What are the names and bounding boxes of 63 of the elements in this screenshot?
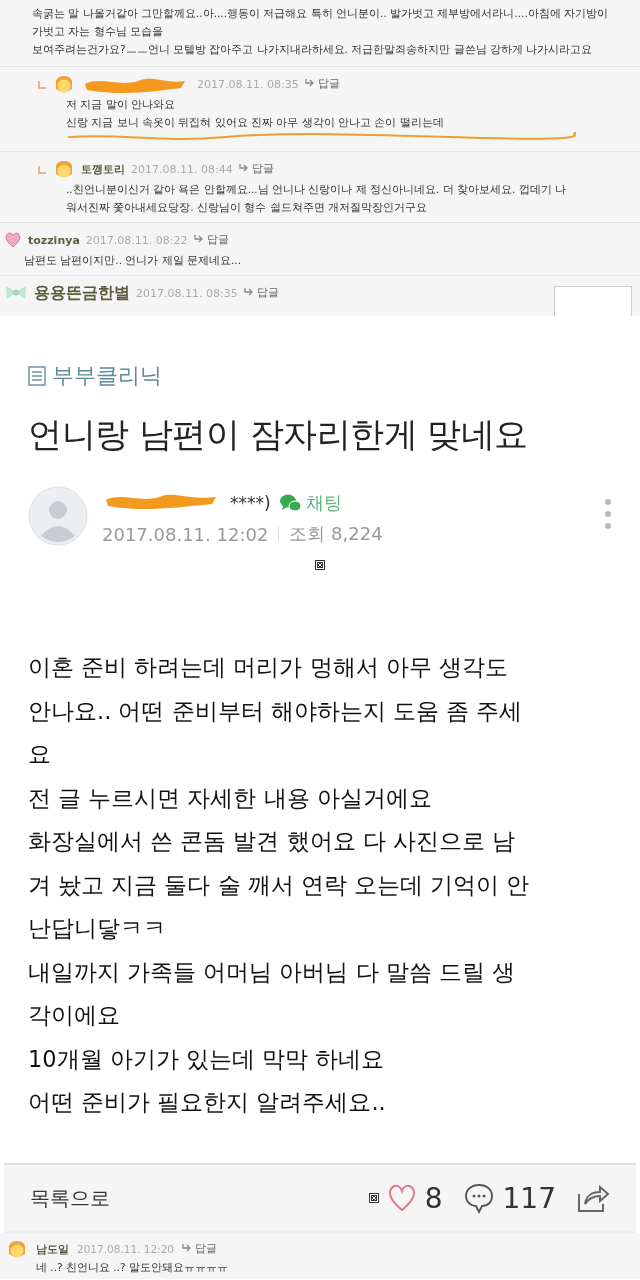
comment-text: 네 ..? 친언니요 ..? 말도안돼요ㅠㅠㅠㅠ bbox=[35, 1260, 229, 1275]
reply-link[interactable]: 답글 bbox=[182, 1242, 218, 1256]
reply-arrow-icon bbox=[238, 162, 249, 172]
comment-count: 117 bbox=[502, 1181, 556, 1215]
post-body-line: 어떤 준비가 필요한지 알려주세요.. bbox=[28, 1088, 387, 1117]
commenter-name[interactable]: 용용뜬금한별 bbox=[34, 282, 130, 304]
reply-indicator-icon bbox=[38, 164, 47, 174]
comment-text: 보여주려는건가요?ㅡㅡ언니 모텔방 잡아주고 나가지내라하세요. 저급한말죄송하지만 글쓴님 강하게 나가시라고요 bbox=[32, 42, 594, 57]
reply-arrow-icon bbox=[304, 77, 315, 87]
post-body-line: 난답니닿ㅋㅋ bbox=[28, 914, 167, 943]
reply-arrow-icon bbox=[182, 1242, 193, 1252]
comment-time: 2017.08.11. 08:35 bbox=[197, 77, 299, 91]
commenter-name[interactable]: 남도일 bbox=[36, 1241, 69, 1257]
post-date: 2017.08.11. 12:02 bbox=[102, 523, 269, 545]
comment-time: 2017.08.11. 08:22 bbox=[85, 233, 188, 247]
broken-image-icon bbox=[315, 560, 325, 570]
post-body-line: 겨 놨고 지금 둘다 술 깨서 연락 오는데 기억이 안 bbox=[28, 870, 531, 900]
comment-text: 가벗고 자는 형수님 모습을 bbox=[32, 24, 164, 39]
post-body-line: 요 bbox=[28, 740, 52, 769]
heart-icon bbox=[386, 1183, 417, 1213]
heart-icon bbox=[4, 230, 22, 250]
category-link[interactable]: 부부클리닉 bbox=[52, 361, 162, 391]
reply-link[interactable]: 답글 bbox=[243, 286, 280, 300]
comment-time: 2017.08.11. 08:35 bbox=[136, 286, 238, 300]
comment-text: 신랑 지금 보니 속옷이 뒤집혀 있어요 진짜 아무 생각이 안나고 손이 떨리는데 bbox=[66, 115, 445, 130]
comment-time: 2017.08.11. 08:44 bbox=[131, 162, 233, 176]
list-icon bbox=[28, 366, 46, 386]
comment-text: ..친언니분이신거 같아 욕은 안할께요...님 언니나 신랑이나 제 정신아니네요. 더 찾아보세요. 껍데기 나 bbox=[66, 182, 568, 197]
share-icon bbox=[576, 1182, 610, 1214]
reply-arrow-icon bbox=[193, 233, 204, 243]
avatar-icon bbox=[28, 486, 88, 546]
comment-text: 워서진짜 쫓아내세요당장. 신랑님이 형수 쉴드쳐주면 개저질막장인거구요 bbox=[66, 200, 429, 215]
post-body-line: 각이에요 bbox=[28, 1001, 121, 1030]
post-body-line: 내일까지 가족들 어머님 아버님 다 말씀 드릴 생 bbox=[28, 957, 517, 987]
post-body-line: 화장실에서 쓴 콘돔 발견 했어요 다 사진으로 남 bbox=[28, 827, 517, 856]
comment-text: 남편도 남편이지만.. 언니가 제일 문제네요... bbox=[24, 253, 243, 268]
post-title: 언니랑 남편이 잠자리한게 맞네요 bbox=[28, 413, 529, 456]
post-body-line: 전 글 누르시면 자세한 내용 아실거에요 bbox=[28, 783, 433, 813]
chat-icon bbox=[278, 493, 302, 513]
view-count: 조회 8,224 bbox=[289, 522, 383, 546]
reply-arrow-icon bbox=[243, 286, 254, 296]
more-options-icon bbox=[604, 498, 612, 530]
commenter-name[interactable]: tozzinya bbox=[28, 233, 80, 247]
post-body-line: 안나요.. 어떤 준비부터 해야하는지 도움 좀 주세 bbox=[28, 696, 524, 726]
comment-text: 속굵는 말 나올거같아 그만할께요..아....행동이 저급해요 특히 언니분이.. 발가벗고 제부방에서라니....아침에 자기방이 bbox=[32, 6, 610, 21]
avatar-icon bbox=[53, 73, 75, 95]
comment-text: 저 지금 말이 안나와요 bbox=[66, 97, 176, 112]
like-count: 8 bbox=[424, 1181, 443, 1215]
broken-image-icon bbox=[368, 1193, 379, 1203]
reply-link[interactable]: 답글 bbox=[238, 162, 275, 176]
reply-indicator-icon bbox=[38, 79, 47, 89]
comment-icon bbox=[462, 1182, 495, 1214]
reply-link[interactable]: 답글 bbox=[304, 77, 341, 91]
comment-time: 2017.08.11. 12:20 bbox=[77, 1243, 175, 1255]
avatar-icon bbox=[53, 158, 75, 180]
avatar-icon bbox=[6, 1238, 28, 1260]
image-thumbnail[interactable] bbox=[554, 286, 632, 316]
reply-link[interactable]: 답글 bbox=[193, 233, 229, 247]
post-body-line: 10개월 아기가 있는데 막막 하네요 bbox=[28, 1044, 386, 1074]
author-name[interactable]: ****) bbox=[230, 493, 271, 513]
post-body-line: 이혼 준비 하려는데 머리가 멍해서 아무 생각도 bbox=[28, 653, 509, 682]
back-to-list-link[interactable]: 목록으로 bbox=[30, 1184, 349, 1212]
commenter-name[interactable]: 토깽토리 bbox=[81, 161, 125, 177]
